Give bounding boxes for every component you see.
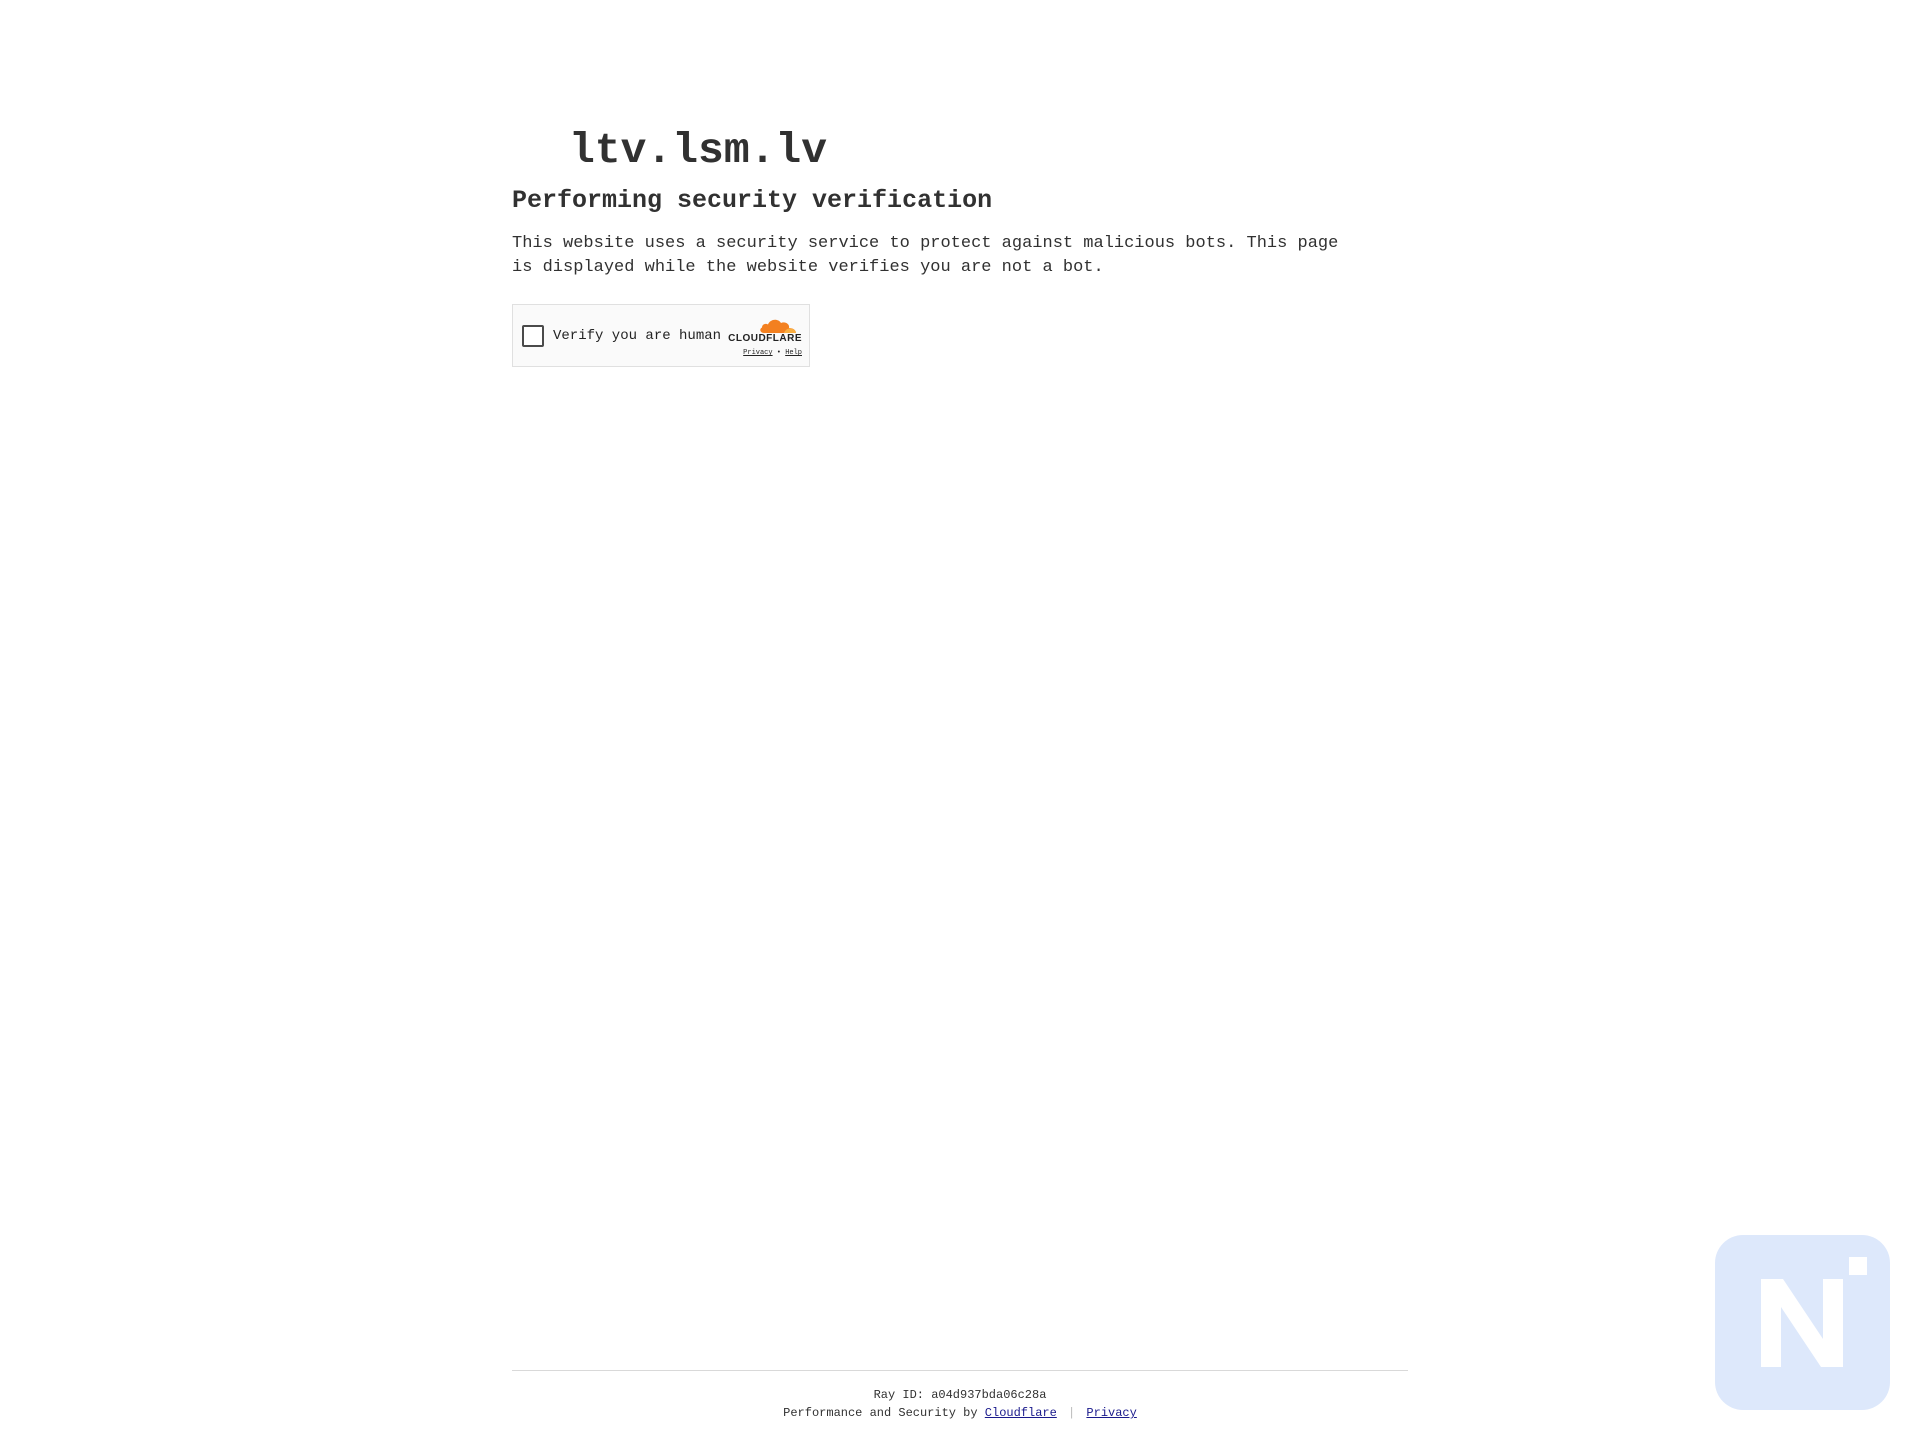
main-content: ltv.lsm.lv Performing security verificat… — [512, 120, 1410, 367]
page-description: This website uses a security service to … — [512, 234, 1339, 277]
n-logo-icon — [1715, 1235, 1890, 1410]
cloudflare-brand: CLOUDFLARE Privacy • Help — [722, 316, 802, 360]
footer-separator: | — [1068, 1406, 1076, 1420]
cloudflare-link[interactable]: Cloudflare — [985, 1406, 1057, 1420]
footer-privacy-link[interactable]: Privacy — [1086, 1406, 1136, 1420]
cloudflare-wordmark: CLOUDFLARE — [728, 333, 802, 344]
cloudflare-cloud-icon — [760, 319, 796, 333]
widget-privacy-link[interactable]: Privacy — [743, 349, 772, 357]
ray-id: Ray ID: a04d937bda06c28a — [873, 1388, 1047, 1402]
footer: Ray ID: a04d937bda06c28a Performance and… — [512, 1370, 1408, 1422]
site-title: ltv.lsm.lv — [569, 126, 828, 175]
performance-prefix: Performance and Security by — [783, 1406, 978, 1420]
widget-link-separator: • — [776, 349, 781, 357]
verify-label: Verify you are human — [553, 328, 722, 344]
verify-checkbox[interactable] — [522, 325, 544, 347]
page-heading: Performing security verification — [512, 186, 993, 215]
widget-help-link[interactable]: Help — [785, 349, 802, 357]
n-logo-shape — [1761, 1257, 1867, 1367]
turnstile-widget: Verify you are human CLOUDFLARE Privacy … — [512, 304, 810, 367]
performance-line: Performance and Security by Cloudflare |… — [512, 1404, 1408, 1422]
widget-links: Privacy • Help — [743, 349, 802, 358]
